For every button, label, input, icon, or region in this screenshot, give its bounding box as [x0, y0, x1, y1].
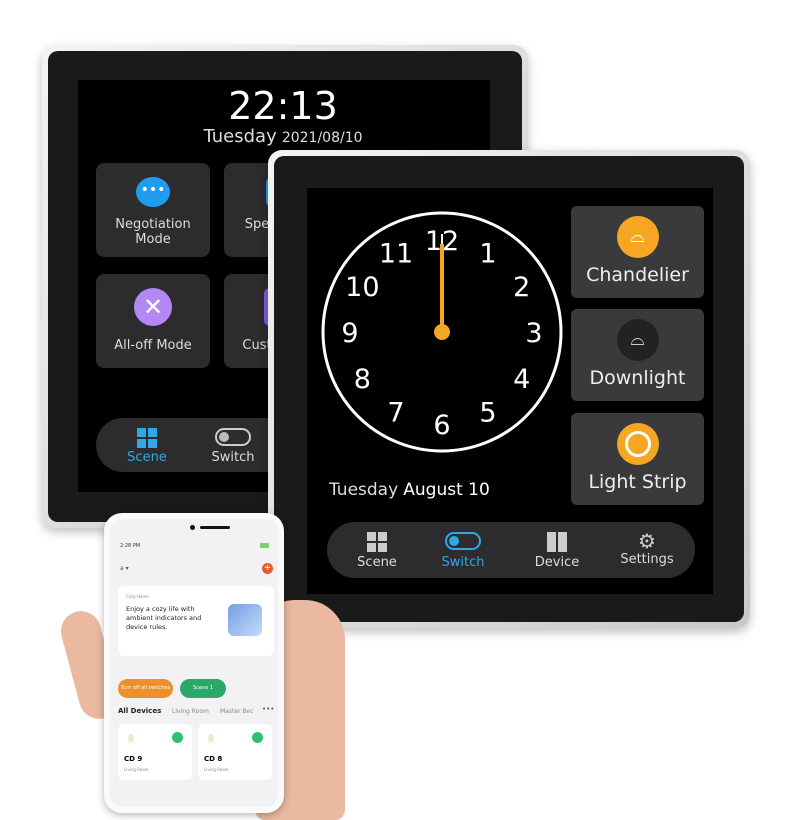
scene-tile-all-off[interactable]: ✕ All-off Mode — [96, 274, 210, 368]
clock-numeral: 2 — [513, 272, 530, 303]
toggle-icon — [215, 428, 251, 446]
nav-switch[interactable]: Switch — [433, 532, 493, 570]
device-card[interactable]: CD 8 Living Room — [198, 724, 272, 780]
clock-numeral: 5 — [479, 398, 496, 429]
chandelier-icon: ⌓ — [616, 216, 659, 258]
chat-bubbles-icon: ••• — [136, 177, 170, 207]
clock-numeral: 4 — [513, 364, 530, 395]
clock-numeral: 7 — [387, 398, 404, 429]
banner-card[interactable]: Cozy Home Enjoy a cozy life with ambient… — [118, 586, 274, 656]
front-panel: 12 1 2 3 4 5 6 7 8 9 10 11 Tuesday August 10 ⌓ Chan… — [268, 150, 750, 628]
turn-off-all-button[interactable]: Turn off all switches — [118, 679, 173, 698]
clock-numeral: 9 — [341, 318, 358, 349]
scene-tile-negotiation[interactable]: ••• Negotiation Mode — [96, 163, 210, 257]
more-icon[interactable]: ••• — [262, 705, 274, 713]
device-tile-chandelier[interactable]: ⌓ Chandelier — [571, 206, 704, 298]
toggle-icon — [445, 532, 481, 550]
back-nav-bar: Scene Switch — [96, 418, 296, 472]
gear-icon: ⚙ — [638, 529, 656, 553]
clock-date: Tuesday 2021/08/10 — [203, 126, 363, 147]
clock-time: 22:13 — [228, 84, 338, 128]
battery-icon — [260, 543, 269, 548]
clock-numeral: 1 — [479, 238, 496, 269]
clock-numeral: 3 — [525, 318, 542, 349]
clock-numeral: 8 — [354, 364, 371, 395]
house-icon — [228, 604, 262, 636]
device-tile-downlight[interactable]: ⌓ Downlight — [571, 309, 704, 401]
grid-icon — [137, 428, 157, 448]
add-button[interactable]: + — [262, 563, 273, 574]
tab-living-room[interactable]: Living Room — [172, 708, 209, 715]
clock-numeral: 11 — [379, 238, 413, 269]
clock-numeral: 10 — [345, 272, 379, 303]
analog-clock: 12 1234567891011 — [321, 211, 563, 453]
grid-icon — [367, 532, 387, 552]
device-tile-light-strip[interactable]: Light Strip — [571, 413, 704, 505]
power-icon[interactable] — [252, 732, 263, 743]
scene-1-button[interactable]: Scene 1 — [180, 679, 226, 698]
light-strip-icon — [616, 423, 659, 465]
home-selector[interactable]: a ▾ — [120, 565, 129, 572]
bulb-icon — [128, 734, 134, 743]
device-icon — [547, 532, 567, 552]
front-nav-bar: Scene Switch Device ⚙ Settings — [327, 522, 695, 578]
nav-device[interactable]: Device — [527, 532, 587, 570]
nav-settings[interactable]: ⚙ Settings — [617, 530, 677, 567]
bulb-icon — [208, 734, 214, 743]
power-icon[interactable] — [172, 732, 183, 743]
front-screen: 12 1 2 3 4 5 6 7 8 9 10 11 Tuesday August 10 ⌓ Chan… — [307, 188, 713, 594]
nav-switch[interactable]: Switch — [206, 428, 260, 465]
device-card[interactable]: CD 9 Living Room — [118, 724, 192, 780]
downlight-icon: ⌓ — [616, 319, 659, 361]
tab-master-bedroom[interactable]: Master Bec — [220, 708, 260, 715]
close-circle-icon: ✕ — [134, 288, 172, 326]
nav-scene[interactable]: Scene — [349, 532, 405, 570]
clock-center — [434, 324, 450, 340]
clock-numeral: 6 — [433, 410, 450, 441]
tab-all-devices[interactable]: All Devices — [118, 707, 161, 715]
phone: 2:28 PM a ▾ + Cozy Home Enjoy a cozy lif… — [104, 513, 284, 813]
status-time: 2:28 PM — [120, 543, 141, 549]
nav-scene[interactable]: Scene — [122, 428, 172, 465]
front-date: Tuesday August 10 — [329, 480, 490, 500]
